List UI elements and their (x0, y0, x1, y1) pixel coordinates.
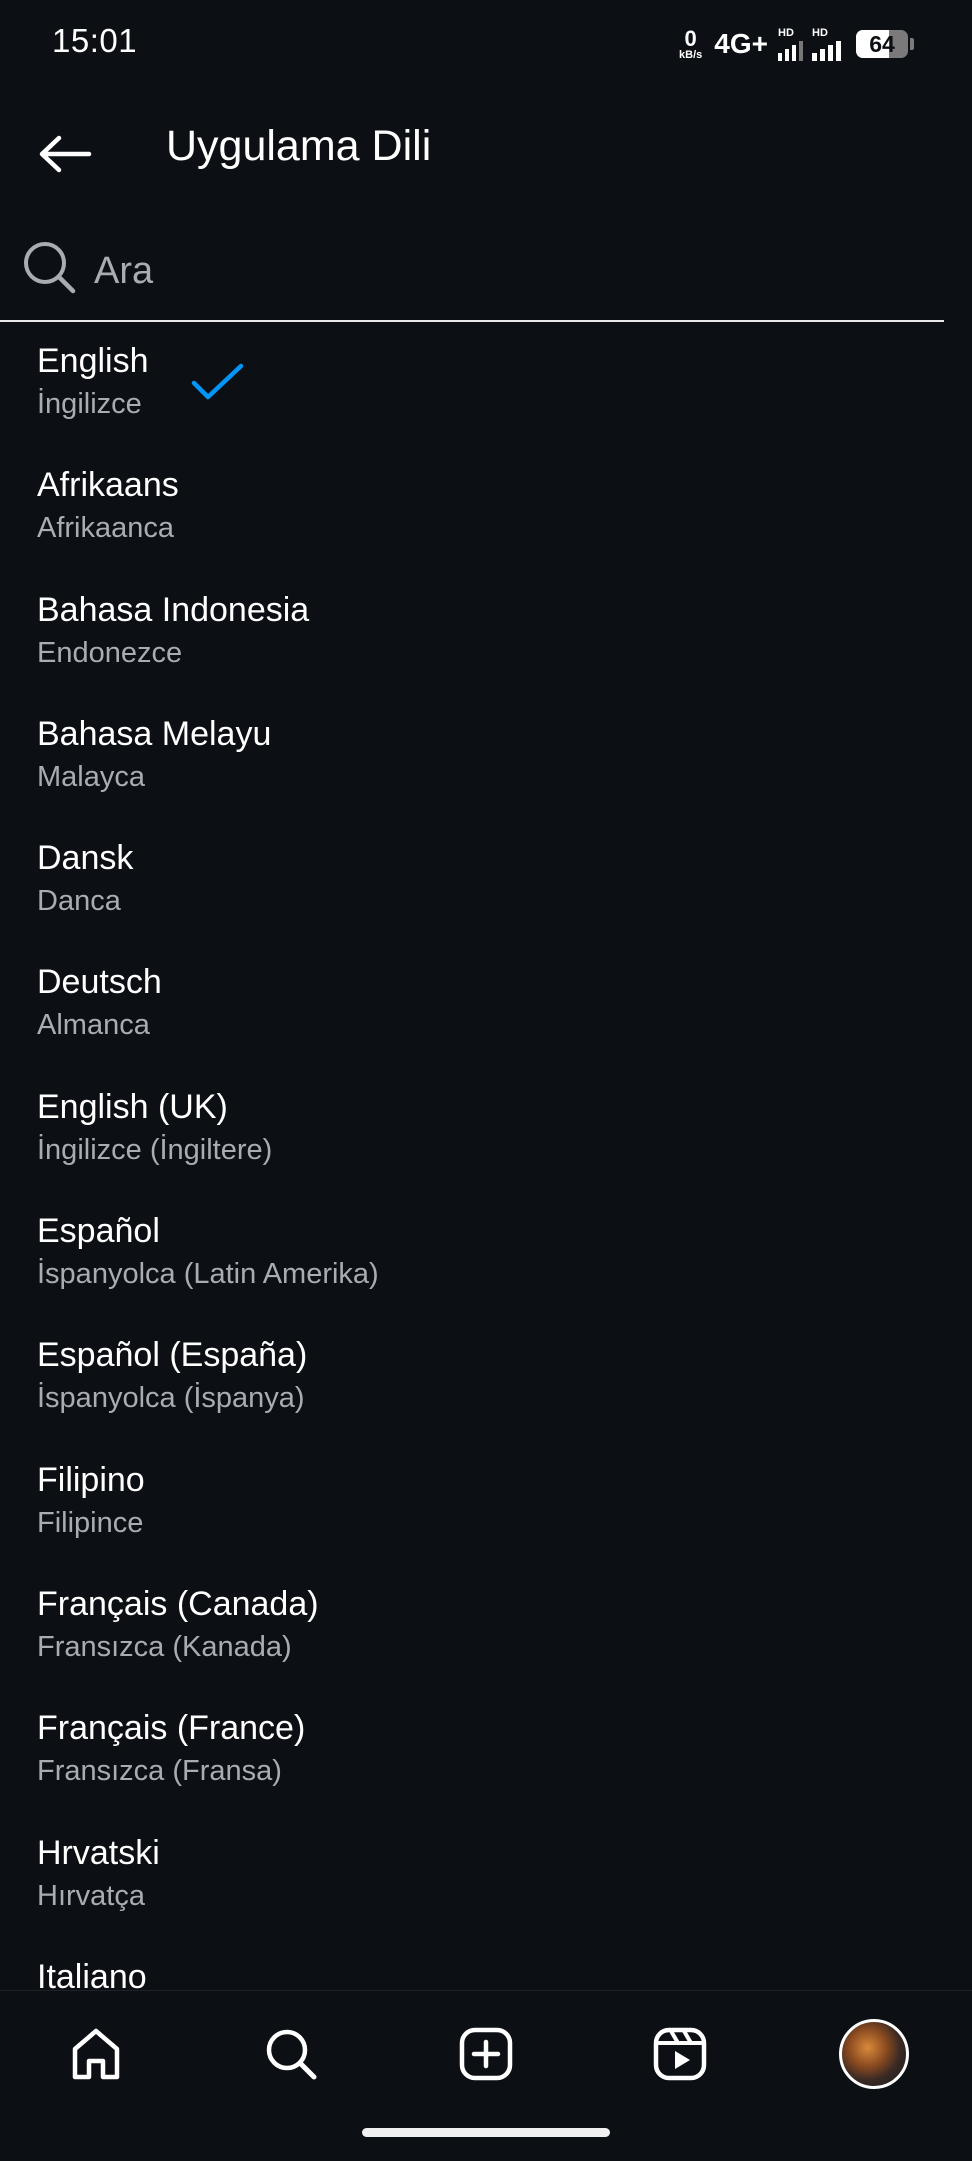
battery-tip (910, 38, 914, 50)
nav-search[interactable] (251, 2019, 331, 2089)
network-type: 4G+ (714, 28, 768, 59)
language-local-name: İspanyolca (İspanya) (37, 1382, 305, 1415)
net-speed-unit: kB/s (679, 48, 703, 61)
sim1-hd-label: HD (778, 26, 794, 39)
nav-reels[interactable] (640, 2019, 720, 2089)
net-speed: 0 kB/s (679, 25, 703, 61)
language-item[interactable]: Français (Canada) Fransızca (Kanada) (0, 1581, 972, 1705)
language-name: Hrvatski (37, 1833, 160, 1872)
language-local-name: Endonezce (37, 636, 183, 669)
arrow-left-icon (39, 135, 92, 173)
language-local-name: Hırvatça (37, 1879, 145, 1912)
language-list: English İngilizce Afrikaans Afrikaanca Bahas… (0, 338, 972, 1990)
reels-icon (653, 2027, 707, 2081)
nav-profile[interactable] (834, 2019, 914, 2089)
language-local-name: Afrikaanca (37, 512, 175, 545)
search-icon (266, 2029, 317, 2080)
language-local-name: Fransızca (Kanada) (37, 1630, 292, 1663)
language-item[interactable]: Español (España) İspanyolca (İspanya) (0, 1332, 972, 1456)
language-name: Español (España) (37, 1336, 308, 1375)
language-name: Bahasa Melayu (37, 714, 272, 753)
signal-bars-icon (778, 40, 803, 61)
back-button[interactable] (30, 124, 100, 184)
status-bar: 15:01 0 kB/s 4G+ HD HD 64 (0, 0, 972, 84)
language-name: Français (Canada) (37, 1584, 319, 1623)
nav-create[interactable] (446, 2019, 526, 2089)
avatar (839, 2019, 909, 2089)
language-item[interactable]: Español İspanyolca (Latin Amerika) (0, 1208, 972, 1332)
language-local-name: İspanyolca (Latin Amerika) (37, 1258, 379, 1291)
language-name: Dansk (37, 839, 134, 878)
language-item[interactable]: Italiano (0, 1954, 972, 1990)
language-name: Deutsch (37, 963, 162, 1002)
language-name: English (37, 342, 149, 380)
checkmark-icon (191, 363, 244, 400)
language-item[interactable]: Français (France) Fransızca (Fransa) (0, 1705, 972, 1829)
search-icon (24, 242, 76, 294)
language-local-name: Filipince (37, 1506, 144, 1539)
nav-home[interactable] (56, 2019, 136, 2089)
signal-sim2: HD (812, 26, 842, 61)
signal-sim1: HD (778, 26, 804, 61)
net-speed-value: 0 (684, 25, 697, 51)
home-icon (72, 2028, 120, 2080)
search-input[interactable] (92, 240, 916, 302)
home-indicator[interactable] (362, 2128, 610, 2137)
language-item[interactable]: Bahasa Melayu Malayca (0, 711, 972, 835)
language-name: English (UK) (37, 1087, 228, 1126)
language-item[interactable]: English İngilizce (0, 338, 972, 462)
battery-level: 64 (869, 31, 895, 57)
status-time: 15:01 (52, 22, 138, 59)
language-item[interactable]: Deutsch Almanca (0, 959, 972, 1083)
language-item[interactable]: Hrvatski Hırvatça (0, 1830, 972, 1954)
language-item[interactable]: Dansk Danca (0, 835, 972, 959)
app-header: Uygulama Dili (0, 108, 972, 188)
language-item[interactable]: English (UK) İngilizce (İngiltere) (0, 1084, 972, 1208)
battery-icon: 64 (856, 30, 908, 58)
plus-square-icon (459, 2027, 513, 2081)
language-item[interactable]: Afrikaans Afrikaanca (0, 462, 972, 586)
language-name: Afrikaans (37, 466, 179, 505)
language-local-name: İngilizce (İngiltere) (37, 1133, 273, 1166)
language-local-name: Danca (37, 885, 121, 918)
language-name: Español (37, 1212, 160, 1251)
language-local-name: Fransızca (Fransa) (37, 1755, 282, 1788)
language-item[interactable]: Filipino Filipince (0, 1457, 972, 1581)
signal-bars-icon (812, 40, 841, 61)
language-local-name: Almanca (37, 1009, 150, 1042)
language-name: Filipino (37, 1460, 145, 1499)
sim2-hd-label: HD (812, 26, 828, 39)
language-name: Français (France) (37, 1709, 306, 1748)
page-title: Uygulama Dili (166, 122, 432, 170)
language-name: Bahasa Indonesia (37, 590, 310, 629)
language-local-name: İngilizce (37, 388, 142, 420)
language-local-name: Malayca (37, 760, 145, 793)
language-item[interactable]: Bahasa Indonesia Endonezce (0, 587, 972, 711)
search-bar[interactable] (0, 228, 944, 322)
status-icons: 0 kB/s 4G+ HD HD 64 (679, 24, 914, 64)
language-name: Italiano (37, 1957, 147, 1990)
